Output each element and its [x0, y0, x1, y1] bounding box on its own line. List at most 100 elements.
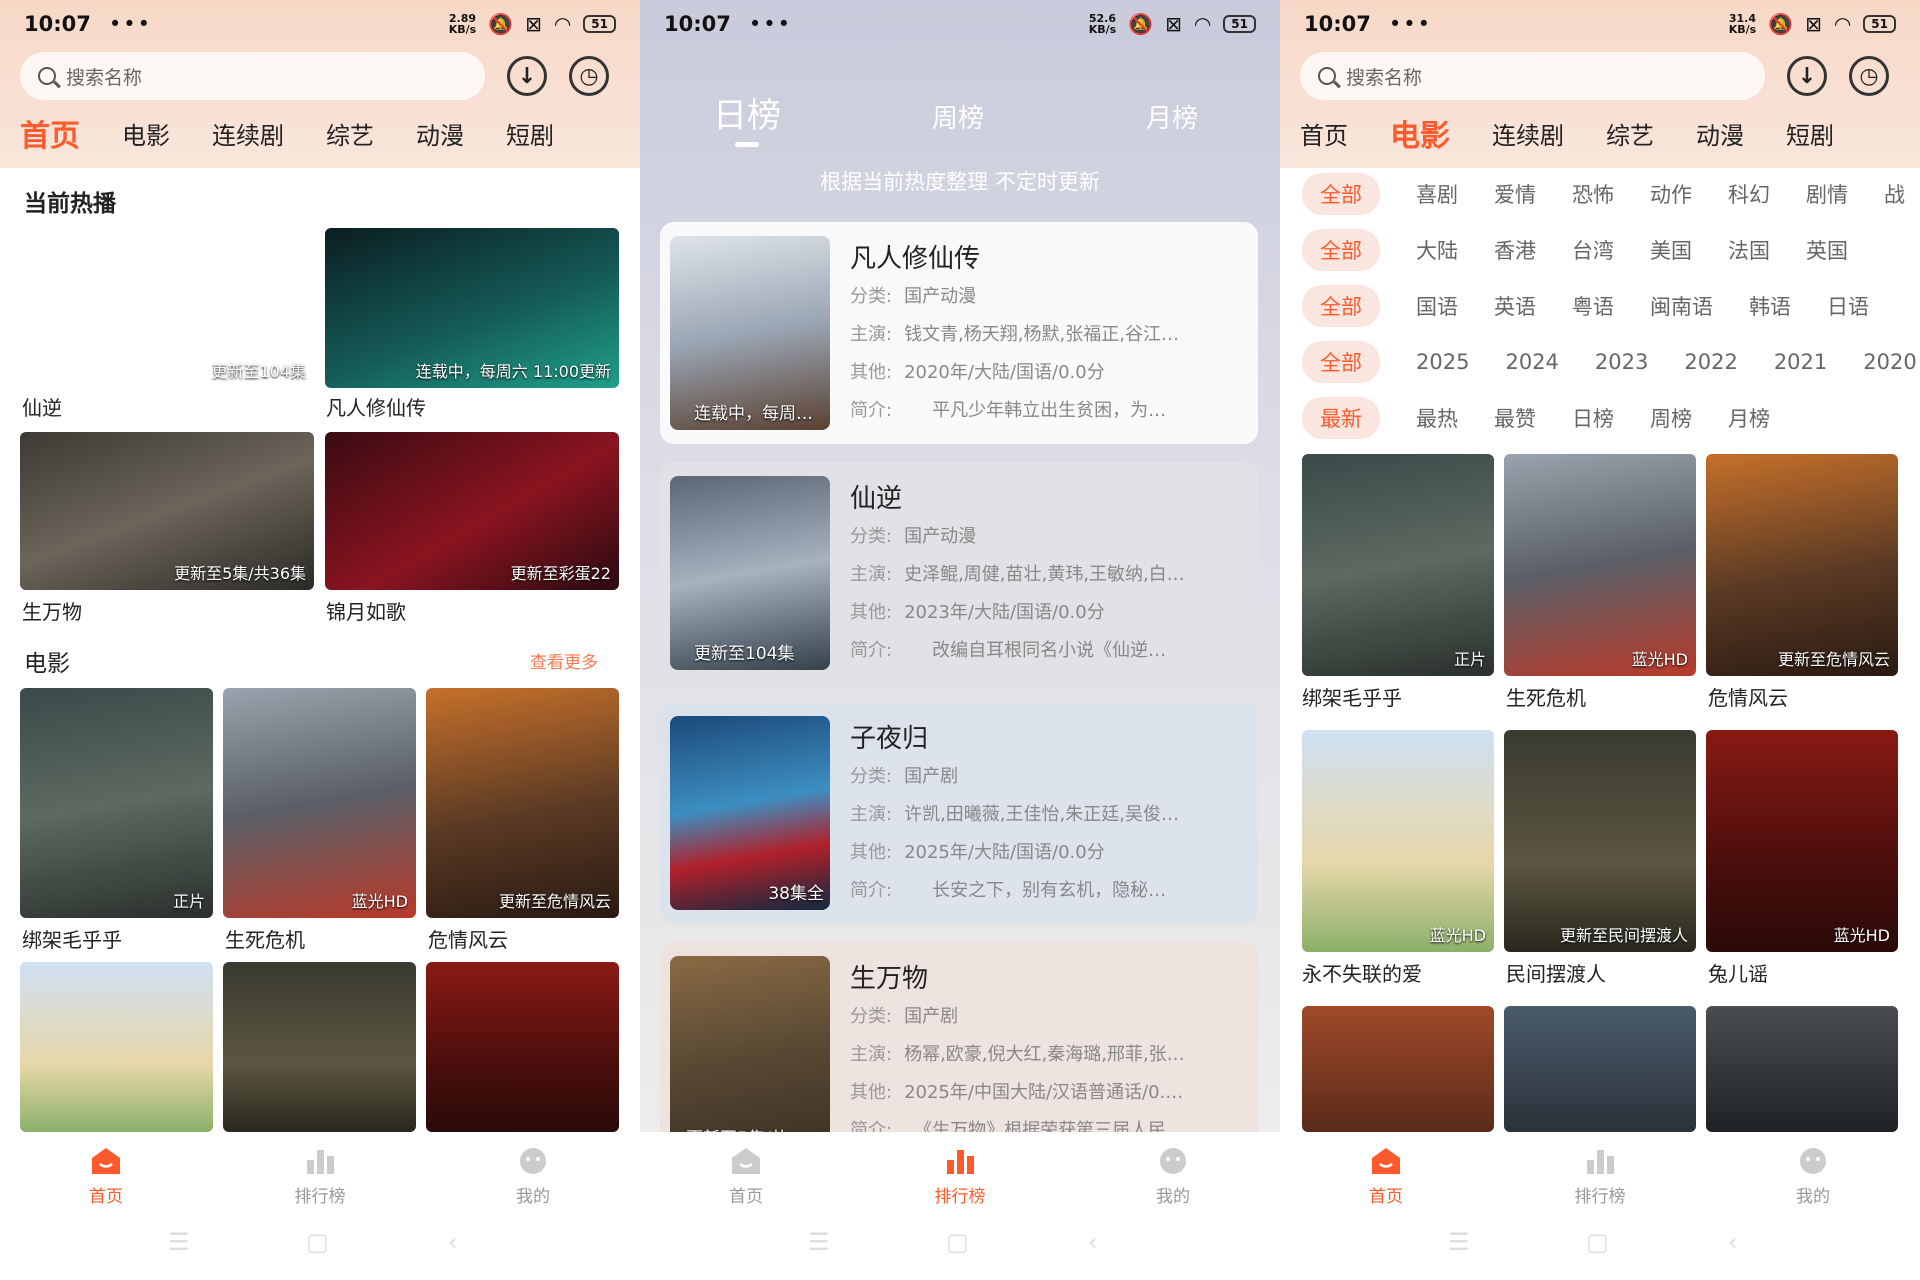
menu-icon[interactable]: ☰: [168, 1228, 190, 1256]
poster-movie-3[interactable]: 更新至危情风云: [426, 688, 619, 918]
filter-chip[interactable]: 最赞: [1494, 403, 1536, 433]
tab-monthly[interactable]: 月榜: [1146, 98, 1198, 135]
filter-chip[interactable]: 月榜: [1728, 403, 1770, 433]
poster-grid-2[interactable]: 蓝光HD: [1504, 454, 1696, 676]
filter-chip[interactable]: 喜剧: [1416, 179, 1458, 209]
filter-chip[interactable]: 2025: [1416, 350, 1469, 374]
filter-chip[interactable]: 闽南语: [1650, 291, 1713, 321]
back-icon[interactable]: ‹: [1728, 1228, 1738, 1256]
filter-chip[interactable]: 全部: [1302, 229, 1380, 271]
filter-chip[interactable]: 全部: [1302, 341, 1380, 383]
filter-chip[interactable]: 粤语: [1572, 291, 1614, 321]
poster-xianni[interactable]: 更新至104集: [20, 228, 314, 388]
filter-chip[interactable]: 动作: [1650, 179, 1692, 209]
poster-grid-4[interactable]: 蓝光HD: [1302, 730, 1494, 952]
poster-fanren[interactable]: 连载中，每周六 11:00更新: [325, 228, 619, 388]
poster-grid-6[interactable]: 蓝光HD: [1706, 730, 1898, 952]
nav-ranking[interactable]: 排行榜: [900, 1146, 1020, 1207]
poster-movie-6[interactable]: [426, 962, 619, 1132]
poster-title[interactable]: 危情风云: [1708, 682, 1788, 711]
poster-title[interactable]: 民间摆渡人: [1506, 958, 1606, 987]
menu-icon[interactable]: ☰: [1448, 1228, 1470, 1256]
filter-chip[interactable]: 法国: [1728, 235, 1770, 265]
filter-chip[interactable]: 战: [1884, 179, 1905, 209]
filter-chip[interactable]: 剧情: [1806, 179, 1848, 209]
filter-chip[interactable]: 2023: [1595, 350, 1648, 374]
history-icon[interactable]: ◷: [1849, 56, 1889, 96]
filter-chip[interactable]: 恐怖: [1572, 179, 1614, 209]
rank-item[interactable]: 更新至104集 仙逆 分类: 国产动漫 主演: 史泽鲲,周健,苗壮,黄玮,王敏纳,白…: [660, 462, 1258, 684]
filter-chip[interactable]: 美国: [1650, 235, 1692, 265]
poster-movie-5[interactable]: [223, 962, 416, 1132]
poster-title[interactable]: 生万物: [22, 596, 82, 625]
filter-chip[interactable]: 日语: [1827, 291, 1869, 321]
rank-item[interactable]: 更新至5集/共 生万物 分类:国产剧 主演:杨幂,欧豪,倪大红,秦海璐,邢菲,张…: [660, 942, 1258, 1132]
home-square-icon[interactable]: ▢: [946, 1228, 969, 1256]
poster-jinyue[interactable]: 更新至彩蛋22: [325, 432, 619, 590]
filter-chip[interactable]: 英国: [1806, 235, 1848, 265]
rank-item[interactable]: 38集全 子夜归 分类: 国产剧 主演: 许凯,田曦薇,王佳怡,朱正廷,吴俊… 其他…: [660, 702, 1258, 924]
filter-year: 全部 2025 2024 2023 2022 2021 2020: [1302, 341, 1920, 383]
filter-chip[interactable]: 科幻: [1728, 179, 1770, 209]
poster-grid-5[interactable]: 更新至民间摆渡人: [1504, 730, 1696, 952]
nav-ranking[interactable]: 排行榜: [1540, 1146, 1660, 1207]
poster-title[interactable]: 生死危机: [1506, 682, 1586, 711]
filter-chip[interactable]: 大陆: [1416, 235, 1458, 265]
poster-title[interactable]: 永不失联的爱: [1302, 958, 1422, 987]
menu-icon[interactable]: ☰: [808, 1228, 830, 1256]
poster-grid-1[interactable]: 正片: [1302, 454, 1494, 676]
filter-chip[interactable]: 2024: [1505, 350, 1558, 374]
poster-grid-3[interactable]: 更新至危情风云: [1706, 454, 1898, 676]
poster-movie-2[interactable]: 蓝光HD: [223, 688, 416, 918]
filter-chip[interactable]: 2020: [1863, 350, 1916, 374]
filter-chip[interactable]: 2021: [1774, 350, 1827, 374]
poster-shengwanwu[interactable]: 更新至5集/共36集: [20, 432, 314, 590]
filter-chip[interactable]: 全部: [1302, 173, 1380, 215]
history-icon[interactable]: ◷: [569, 56, 609, 96]
nav-mine[interactable]: 我的: [1753, 1146, 1873, 1207]
filter-chip[interactable]: 国语: [1416, 291, 1458, 321]
poster-title[interactable]: 绑架毛乎乎: [1302, 682, 1402, 711]
filter-chip[interactable]: 韩语: [1749, 291, 1791, 321]
download-icon[interactable]: ↓: [507, 56, 547, 96]
back-icon[interactable]: ‹: [1088, 1228, 1098, 1256]
poster-title[interactable]: 凡人修仙传: [326, 392, 426, 421]
filter-chip[interactable]: 英语: [1494, 291, 1536, 321]
nav-home[interactable]: 首页: [686, 1146, 806, 1207]
home-square-icon[interactable]: ▢: [1586, 1228, 1609, 1256]
nav-ranking[interactable]: 排行榜: [260, 1146, 380, 1207]
nav-home[interactable]: 首页: [46, 1146, 166, 1207]
wifi-icon: ◠: [1193, 12, 1212, 36]
nav-mine[interactable]: 我的: [473, 1146, 593, 1207]
filter-chip[interactable]: 日榜: [1572, 403, 1614, 433]
back-icon[interactable]: ‹: [448, 1228, 458, 1256]
rank-item[interactable]: 连载中，每周… 凡人修仙传 分类: 国产动漫 主演: 钱文青,杨天翔,杨默,张福正,…: [660, 222, 1258, 444]
nav-home[interactable]: 首页: [1326, 1146, 1446, 1207]
poster-grid-9[interactable]: [1706, 1006, 1898, 1132]
poster-title[interactable]: 锦月如歌: [326, 596, 406, 625]
rank-other: 其他: 2023年/大陆/国语/0.0分: [850, 602, 1105, 623]
filter-chip[interactable]: 最热: [1416, 403, 1458, 433]
poster-movie-1[interactable]: 正片: [20, 688, 213, 918]
filter-chip[interactable]: 全部: [1302, 285, 1380, 327]
filter-chip[interactable]: 爱情: [1494, 179, 1536, 209]
see-more-link[interactable]: 查看更多: [530, 648, 598, 673]
tab-weekly[interactable]: 周榜: [932, 98, 984, 135]
poster-title[interactable]: 仙逆: [22, 392, 62, 421]
poster-title[interactable]: 生死危机: [225, 924, 305, 953]
poster-grid-8[interactable]: [1504, 1006, 1696, 1132]
download-icon[interactable]: ↓: [1787, 56, 1827, 96]
poster-grid-7[interactable]: [1302, 1006, 1494, 1132]
poster-title[interactable]: 危情风云: [428, 924, 508, 953]
filter-chip[interactable]: 台湾: [1572, 235, 1614, 265]
nav-mine[interactable]: 我的: [1113, 1146, 1233, 1207]
tab-daily[interactable]: 日榜: [713, 88, 781, 137]
poster-title[interactable]: 兔儿谣: [1708, 958, 1768, 987]
filter-chip[interactable]: 香港: [1494, 235, 1536, 265]
filter-chip[interactable]: 周榜: [1650, 403, 1692, 433]
poster-title[interactable]: 绑架毛乎乎: [22, 924, 122, 953]
filter-chip[interactable]: 最新: [1302, 397, 1380, 439]
filter-chip[interactable]: 2022: [1684, 350, 1737, 374]
poster-movie-4[interactable]: [20, 962, 213, 1132]
home-square-icon[interactable]: ▢: [306, 1228, 329, 1256]
